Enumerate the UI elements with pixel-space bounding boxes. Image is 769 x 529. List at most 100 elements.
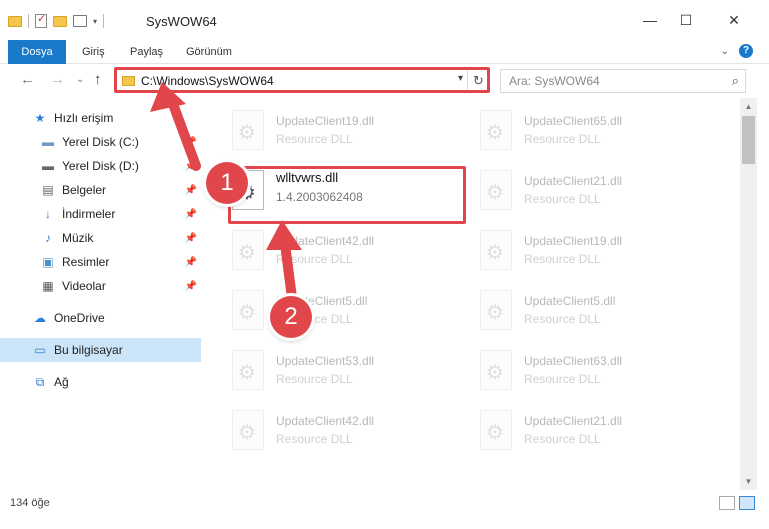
sidebar-item-label: Müzik bbox=[62, 231, 94, 245]
maximize-button[interactable]: ☐ bbox=[676, 10, 696, 30]
tiles-view-icon[interactable] bbox=[739, 496, 755, 510]
file-description: Resource DLL bbox=[276, 372, 353, 386]
sidebar-item-label: Bu bilgisayar bbox=[54, 343, 123, 357]
video-icon: ▦ bbox=[42, 279, 54, 293]
scroll-up-icon[interactable]: ▲ bbox=[740, 98, 757, 115]
search-placeholder: Ara: SysWOW64 bbox=[509, 74, 600, 88]
details-view-icon[interactable] bbox=[719, 496, 735, 510]
file-name: UpdateClient63.dll bbox=[524, 354, 623, 368]
file-description: Resource DLL bbox=[524, 192, 601, 206]
dll-file-icon bbox=[480, 230, 512, 270]
sidebar-item-onedrive[interactable]: ☁ OneDrive bbox=[0, 306, 205, 330]
pin-icon[interactable]: 📌 bbox=[185, 257, 197, 268]
sidebar-item-label: Yerel Disk (C:) bbox=[62, 135, 139, 149]
file-item[interactable]: UpdateClient21.dll Resource DLL bbox=[454, 404, 694, 460]
file-item[interactable]: UpdateClient21.dll Resource DLL bbox=[454, 164, 694, 220]
sidebar-item-downloads[interactable]: ↓ İndirmeler 📌 bbox=[0, 202, 205, 226]
sidebar-item-label: İndirmeler bbox=[62, 207, 116, 221]
file-item[interactable]: UpdateClient19.dll Resource DLL bbox=[206, 104, 446, 160]
file-highlight bbox=[228, 166, 466, 224]
sidebar-item-pictures[interactable]: ▣ Resimler 📌 bbox=[0, 250, 205, 274]
file-name: UpdateClient42.dll bbox=[276, 414, 375, 428]
close-button[interactable]: ✕ bbox=[724, 10, 744, 30]
scroll-down-icon[interactable]: ▼ bbox=[740, 473, 757, 490]
sidebar-item-label: Videolar bbox=[62, 279, 106, 293]
dll-file-icon bbox=[232, 290, 264, 330]
dll-file-icon bbox=[480, 290, 512, 330]
file-description: Resource DLL bbox=[276, 252, 353, 266]
sidebar-item-network[interactable]: ⧉ Ağ bbox=[0, 370, 205, 394]
cloud-icon: ☁ bbox=[34, 311, 46, 325]
address-highlight bbox=[114, 67, 490, 93]
pin-icon[interactable]: 📌 bbox=[185, 209, 197, 220]
tab-share[interactable]: Paylaş bbox=[120, 40, 173, 64]
pin-icon[interactable]: 📌 bbox=[185, 281, 197, 292]
chevron-down-icon[interactable]: ▾ bbox=[93, 17, 97, 26]
file-item[interactable]: UpdateClient5.dll Resource DLL bbox=[454, 284, 694, 340]
sidebar-item-music[interactable]: ♪ Müzik 📌 bbox=[0, 226, 205, 250]
sidebar-item-videos[interactable]: ▦ Videolar 📌 bbox=[0, 274, 205, 298]
computer-icon: ▭ bbox=[34, 343, 46, 357]
pin-icon[interactable]: 📌 bbox=[185, 185, 197, 196]
sidebar-item-label: Hızlı erişim bbox=[54, 111, 114, 125]
step-badge-2: 2 bbox=[270, 296, 312, 338]
back-icon[interactable]: ← bbox=[20, 71, 35, 88]
pin-icon[interactable]: 📌 bbox=[185, 233, 197, 244]
file-name: UpdateClient19.dll bbox=[524, 234, 623, 248]
search-input[interactable]: Ara: SysWOW64 ⌕ bbox=[500, 69, 746, 93]
new-folder-icon[interactable] bbox=[53, 15, 67, 27]
separator bbox=[28, 14, 29, 28]
dll-file-icon bbox=[480, 110, 512, 150]
recent-locations-icon[interactable]: ⌄ bbox=[76, 74, 84, 85]
sidebar-item-label: Ağ bbox=[54, 375, 69, 389]
dll-file-icon bbox=[232, 230, 264, 270]
file-description: Resource DLL bbox=[276, 432, 353, 446]
search-icon[interactable]: ⌕ bbox=[732, 73, 739, 89]
pin-icon[interactable]: 📌 bbox=[185, 161, 197, 172]
tab-view[interactable]: Görünüm bbox=[176, 40, 242, 64]
sidebar-item-disk-d[interactable]: ▬ Yerel Disk (D:) 📌 bbox=[0, 154, 205, 178]
file-name: UpdateClient21.dll bbox=[524, 414, 623, 428]
customize-toolbar-icon[interactable] bbox=[73, 15, 87, 27]
file-item[interactable]: UpdateClient42.dll Resource DLL bbox=[206, 224, 446, 280]
file-description: Resource DLL bbox=[524, 252, 601, 266]
file-item[interactable]: UpdateClient63.dll Resource DLL bbox=[454, 344, 694, 400]
pin-icon[interactable]: 📌 bbox=[185, 137, 197, 148]
sidebar-item-label: Resimler bbox=[62, 255, 110, 269]
file-description: Resource DLL bbox=[524, 132, 601, 146]
file-item[interactable]: UpdateClient19.dll Resource DLL bbox=[454, 224, 694, 280]
folder-icon bbox=[8, 15, 22, 27]
scroll-thumb[interactable] bbox=[742, 116, 755, 164]
help-icon[interactable]: ? bbox=[739, 44, 753, 58]
pictures-icon: ▣ bbox=[42, 255, 54, 269]
tab-file[interactable]: Dosya bbox=[8, 40, 66, 64]
music-icon: ♪ bbox=[45, 231, 51, 245]
file-item[interactable]: UpdateClient65.dll Resource DLL bbox=[454, 104, 694, 160]
sidebar-item-documents[interactable]: ▤ Belgeler 📌 bbox=[0, 178, 205, 202]
sidebar-item-this-pc[interactable]: ▭ Bu bilgisayar bbox=[0, 338, 201, 362]
minimize-button[interactable]: — bbox=[640, 10, 660, 30]
title-bar: ▾ SysWOW64 — ☐ ✕ bbox=[0, 0, 769, 44]
network-icon: ⧉ bbox=[35, 374, 45, 389]
file-name: UpdateClient53.dll bbox=[276, 354, 375, 368]
expand-ribbon-icon[interactable]: ⌄ bbox=[721, 46, 729, 57]
file-name: UpdateClient42.dll bbox=[276, 234, 375, 248]
sidebar-item-quick-access[interactable]: ★ Hızlı erişim bbox=[0, 106, 205, 130]
sidebar-item-disk-c[interactable]: ▬ Yerel Disk (C:) 📌 bbox=[0, 130, 205, 154]
dll-file-icon bbox=[232, 350, 264, 390]
dll-file-icon bbox=[480, 350, 512, 390]
download-icon: ↓ bbox=[45, 207, 51, 221]
file-item[interactable]: UpdateClient53.dll Resource DLL bbox=[206, 344, 446, 400]
file-item[interactable]: UpdateClient5.dll Resource DLL bbox=[206, 284, 446, 340]
file-item[interactable]: UpdateClient42.dll Resource DLL bbox=[206, 404, 446, 460]
dll-file-icon bbox=[232, 410, 264, 450]
file-grid: UpdateClient19.dll Resource DLL UpdateCl… bbox=[206, 100, 740, 474]
forward-icon[interactable]: → bbox=[50, 71, 65, 88]
step-badge-1: 1 bbox=[206, 162, 248, 204]
up-icon[interactable]: ↑ bbox=[94, 71, 102, 88]
properties-icon[interactable] bbox=[35, 12, 47, 28]
vertical-scrollbar[interactable]: ▲ ▼ bbox=[740, 98, 757, 490]
tab-home[interactable]: Giriş bbox=[72, 40, 115, 64]
navigation-pane: ★ Hızlı erişim ▬ Yerel Disk (C:) 📌 ▬ Yer… bbox=[0, 100, 205, 490]
window-title: SysWOW64 bbox=[146, 14, 217, 29]
